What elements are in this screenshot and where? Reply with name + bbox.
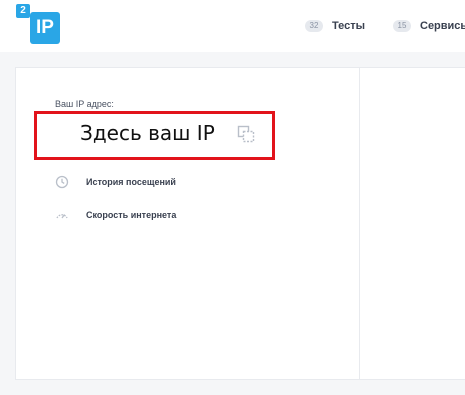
logo-text: IP [30, 12, 60, 44]
nav-services-link[interactable]: 15 Сервисы [393, 18, 465, 34]
menu-item-history[interactable]: История посещений [55, 174, 176, 190]
logo-badge: 2 [16, 4, 30, 18]
ip-address-value[interactable]: Здесь ваш IP [80, 121, 215, 145]
top-header: 2 IP 32 Тесты 15 Сервисы [0, 0, 465, 52]
nav-services-label: Сервисы [420, 20, 465, 32]
nav-tests-link[interactable]: 32 Тесты [305, 18, 365, 34]
history-icon [55, 175, 69, 189]
tests-count-badge: 32 [305, 20, 323, 32]
services-count-badge: 15 [393, 20, 411, 32]
panel-divider [359, 68, 360, 379]
menu-history-label: История посещений [86, 177, 176, 187]
copy-icon[interactable] [237, 125, 255, 143]
menu-item-speed[interactable]: Скорость интернета [55, 207, 176, 223]
site-logo[interactable]: 2 IP [16, 4, 60, 44]
nav-tests-label: Тесты [332, 20, 366, 32]
ip-address-label: Ваш IP адрес: [55, 99, 114, 109]
speedometer-icon [56, 214, 68, 219]
menu-speed-label: Скорость интернета [86, 210, 177, 220]
